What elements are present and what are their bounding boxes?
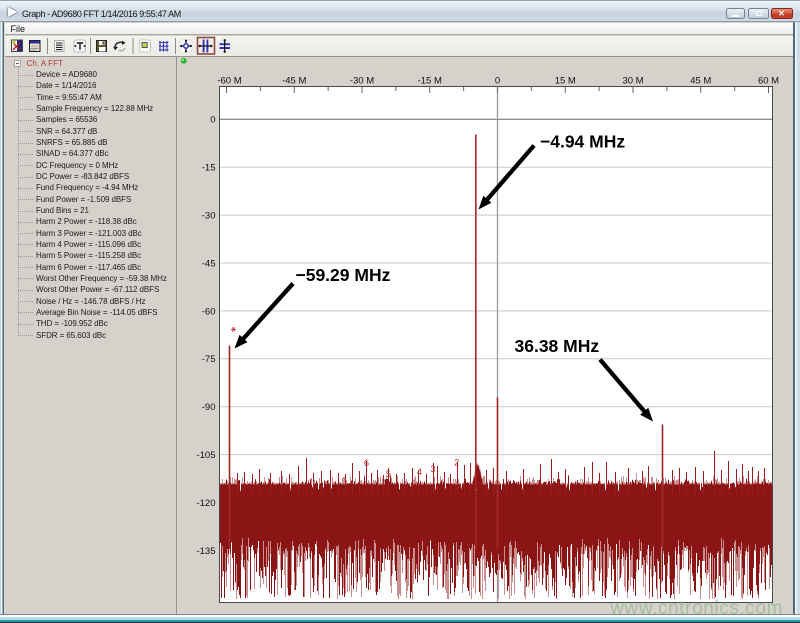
svg-text:−59.29 MHz: −59.29 MHz [296, 265, 391, 285]
svg-text:0: 0 [495, 76, 500, 87]
svg-text:-15: -15 [202, 163, 216, 174]
svg-text:15 M: 15 M [555, 76, 576, 87]
svg-text:−4.94 MHz: −4.94 MHz [540, 132, 625, 152]
svg-text:-90: -90 [202, 402, 216, 413]
svg-text:-15 M: -15 M [418, 76, 442, 87]
svg-text:-75: -75 [202, 354, 216, 365]
svg-text:5: 5 [386, 469, 391, 479]
svg-text:2: 2 [454, 458, 459, 468]
svg-text:-45 M: -45 M [282, 76, 306, 87]
svg-text:45 M: 45 M [690, 76, 711, 87]
svg-text:0: 0 [210, 115, 215, 126]
svg-text:3: 3 [430, 464, 435, 474]
svg-text:-105: -105 [196, 450, 215, 461]
svg-text:-60 M: -60 M [217, 76, 241, 87]
svg-text:36.38 MHz: 36.38 MHz [515, 336, 600, 356]
svg-text:-30 M: -30 M [350, 76, 374, 87]
svg-text:4: 4 [417, 467, 422, 477]
svg-text:-60: -60 [202, 306, 216, 317]
svg-text:-30: -30 [202, 211, 216, 222]
svg-text:6: 6 [364, 458, 369, 468]
svg-text:30 M: 30 M [622, 76, 643, 87]
svg-text:-135: -135 [196, 546, 215, 557]
svg-text:60 M: 60 M [758, 76, 779, 87]
svg-text:-120: -120 [196, 498, 215, 509]
svg-text:-45: -45 [202, 258, 216, 269]
